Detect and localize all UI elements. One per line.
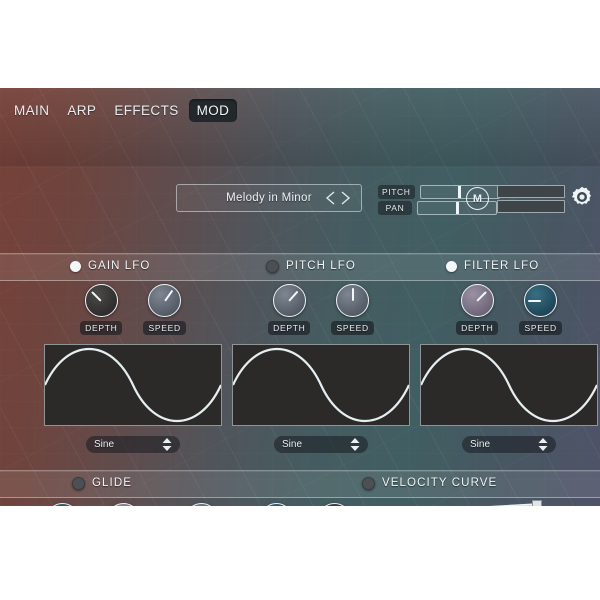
gain-lfo-label: GAIN LFO [88, 260, 151, 272]
filter-lfo-depth-knob[interactable] [460, 284, 494, 317]
gain-lfo-speed-label: SPEED [143, 321, 186, 335]
pitch-label: PITCH [378, 185, 415, 199]
gain-lfo-panel: DEPTH SPEED Sine [38, 284, 228, 453]
gain-lfo-depth-knob[interactable] [84, 284, 118, 317]
gain-lfo-led[interactable] [70, 260, 81, 272]
pitch-lfo-speed-label: SPEED [331, 321, 374, 335]
meter-right [497, 200, 565, 213]
filter-lfo-speed-knob[interactable] [524, 284, 558, 317]
pitch-lfo-header[interactable]: PITCH LFO [266, 253, 356, 279]
gain-lfo-knobs: DEPTH SPEED [38, 284, 228, 335]
pan-label: PAN [378, 201, 412, 215]
velocity-curve-led[interactable] [362, 476, 375, 490]
preset-name: Melody in Minor [226, 192, 312, 204]
glide-knobs: TIME RANGE UP RANGE DWN SMOOTH SPLIT [46, 503, 353, 506]
stepper-updown-icon[interactable] [538, 438, 548, 451]
filter-lfo-knobs: DEPTH SPEED [414, 284, 600, 335]
pitch-slider-handle[interactable] [458, 186, 461, 198]
glide-led[interactable] [72, 476, 85, 490]
glide-smooth-knob[interactable] [259, 503, 293, 506]
filter-lfo-led[interactable] [446, 260, 457, 272]
glide-range-dwn-knob[interactable] [185, 503, 219, 506]
pitch-lfo-led[interactable] [266, 259, 279, 273]
velocity-curve-label: VELOCITY CURVE [382, 477, 498, 489]
glide-range-up-knob[interactable] [106, 503, 140, 506]
pitch-lfo-speed-knob[interactable] [336, 284, 370, 317]
pan-slider-handle[interactable] [455, 202, 459, 214]
gain-lfo-header[interactable]: GAIN LFO [70, 253, 150, 279]
glide-header[interactable]: GLIDE [72, 470, 132, 496]
pitch-lfo-depth-label: DEPTH [268, 321, 311, 335]
pitch-lfo-sine-curve [232, 348, 410, 422]
glide-split-knob[interactable] [317, 503, 351, 506]
stepper-updown-icon[interactable] [350, 438, 360, 451]
filter-lfo-waveform-select[interactable]: Sine [462, 436, 556, 453]
tab-effects[interactable]: EFFECTS [106, 99, 186, 122]
velocity-curve-shape [489, 503, 537, 506]
pitch-lfo-panel: DEPTH SPEED Sine [226, 284, 416, 453]
gain-lfo-waveform-value: Sine [94, 439, 115, 450]
tab-mod[interactable]: MOD [188, 99, 238, 122]
glide-smooth[interactable]: SMOOTH [250, 503, 302, 506]
pitch-lfo-speed[interactable]: SPEED [331, 284, 374, 335]
mono-button[interactable]: M [466, 187, 489, 210]
tab-main[interactable]: MAIN [6, 99, 57, 122]
preset-nav-arrows[interactable] [321, 188, 355, 208]
velocity-curve-editor[interactable] [362, 500, 542, 506]
gain-lfo-sine-curve [44, 348, 222, 422]
filter-lfo-depth[interactable]: DEPTH [456, 284, 499, 335]
filter-lfo-label: FILTER LFO [464, 260, 540, 272]
filter-lfo-waveform-display[interactable] [420, 344, 598, 426]
stepper-updown-icon[interactable] [162, 438, 172, 451]
glide-range-dwn[interactable]: RANGE DWN [167, 503, 236, 506]
gain-lfo-depth-label: DEPTH [80, 321, 123, 335]
velocity-handle-top-right[interactable] [532, 500, 542, 506]
glide-label: GLIDE [92, 477, 133, 489]
filter-lfo-speed[interactable]: SPEED [519, 284, 562, 335]
gain-lfo-waveform-select[interactable]: Sine [86, 436, 180, 453]
gain-lfo-speed[interactable]: SPEED [143, 284, 186, 335]
gear-icon[interactable] [570, 185, 594, 209]
filter-lfo-panel: DEPTH SPEED Sine [414, 284, 600, 453]
plugin-window: MAIN ARP EFFECTS MOD Melody in Minor PIT… [0, 88, 600, 506]
filter-lfo-speed-label: SPEED [519, 321, 562, 335]
tab-arp[interactable]: ARP [59, 99, 104, 122]
filter-lfo-sine-curve [420, 348, 598, 422]
pitch-lfo-depth[interactable]: DEPTH [268, 284, 311, 335]
filter-lfo-depth-label: DEPTH [456, 321, 499, 335]
gain-lfo-speed-knob[interactable] [148, 284, 182, 317]
pitch-lfo-waveform-display[interactable] [232, 344, 410, 426]
glide-time-knob[interactable] [46, 503, 80, 506]
velocity-curve-header[interactable]: VELOCITY CURVE [362, 470, 497, 496]
pitch-lfo-label: PITCH LFO [286, 260, 356, 272]
pitch-lfo-waveform-select[interactable]: Sine [274, 436, 368, 453]
glide-time[interactable]: TIME [46, 503, 80, 506]
gain-lfo-waveform-display[interactable] [44, 344, 222, 426]
gain-lfo-depth[interactable]: DEPTH [80, 284, 123, 335]
meter-left [497, 185, 565, 198]
glide-range-up[interactable]: RANGE UP [93, 503, 153, 506]
glide-split[interactable]: SPLIT [316, 503, 353, 506]
pitch-lfo-waveform-value: Sine [282, 439, 303, 450]
pitch-lfo-knobs: DEPTH SPEED [226, 284, 416, 335]
pitch-lfo-depth-knob[interactable] [272, 284, 306, 317]
preset-selector[interactable]: Melody in Minor [176, 184, 362, 212]
tab-bar: MAIN ARP EFFECTS MOD [6, 99, 238, 122]
filter-lfo-header[interactable]: FILTER LFO [446, 253, 539, 279]
filter-lfo-waveform-value: Sine [470, 439, 491, 450]
